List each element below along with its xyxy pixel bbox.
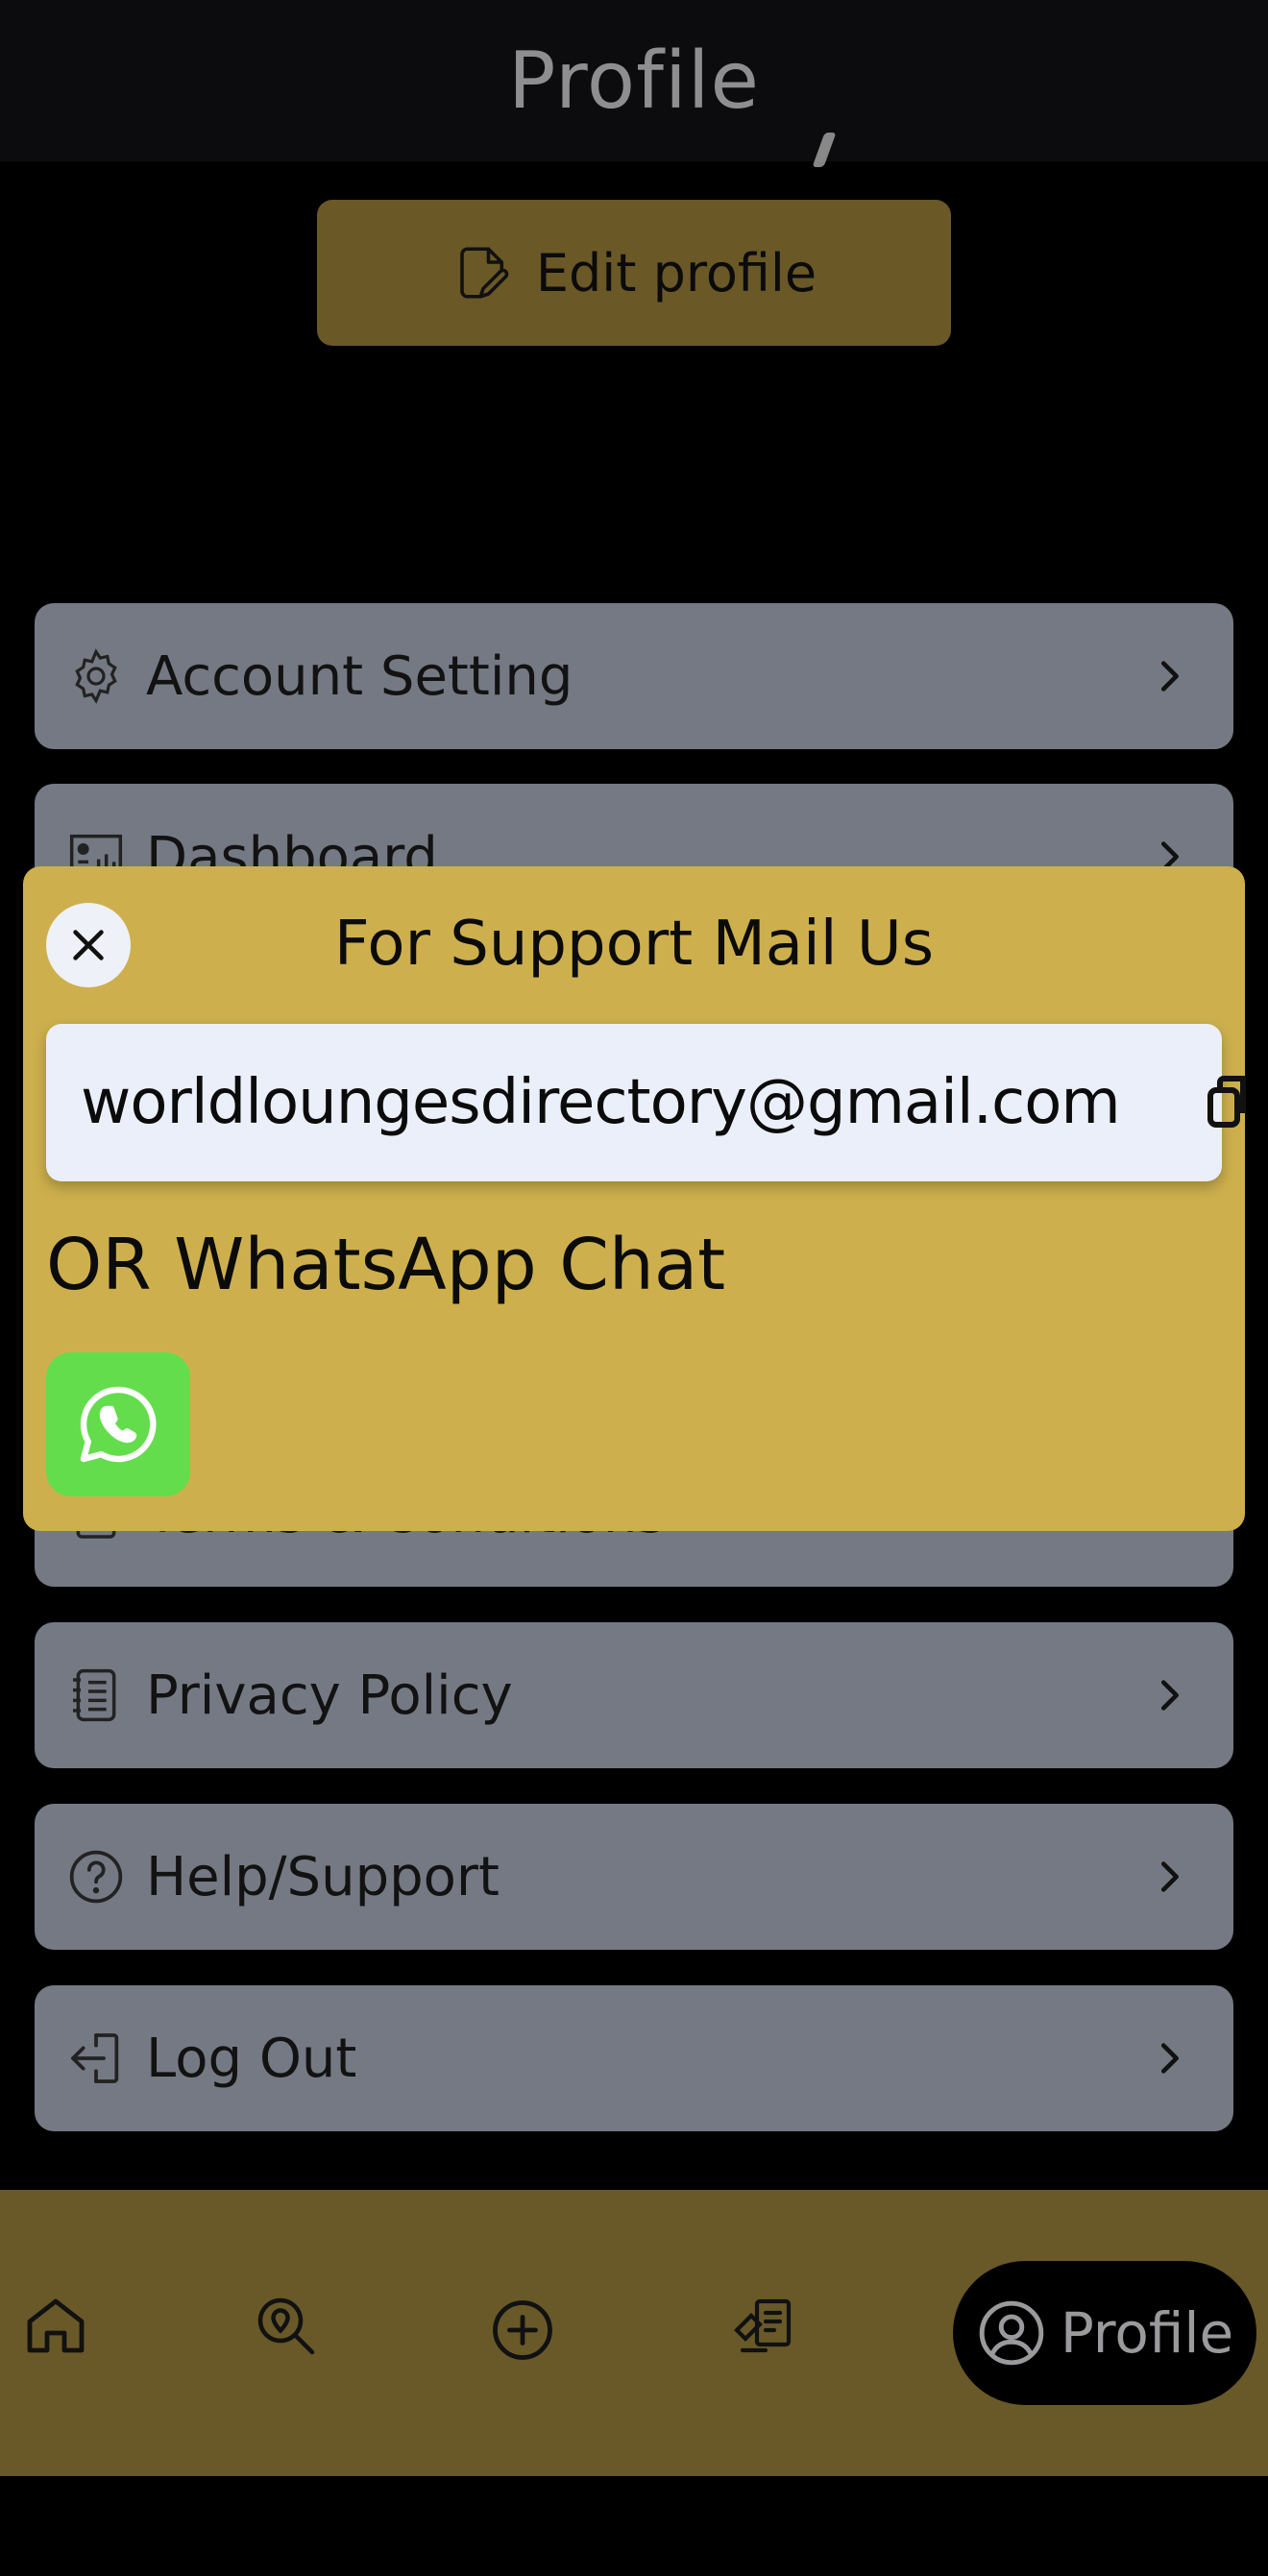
- menu-item-label: Help/Support: [146, 1845, 500, 1908]
- menu-item-label: Account Setting: [146, 644, 573, 708]
- logout-icon: [71, 2033, 119, 2083]
- menu-item-label: Privacy Policy: [146, 1664, 513, 1727]
- home-icon[interactable]: [21, 2290, 90, 2359]
- edit-profile-label: Edit profile: [535, 242, 817, 304]
- menu-item-account-setting[interactable]: Account Setting: [35, 603, 1233, 749]
- copy-icon[interactable]: [1207, 1074, 1249, 1130]
- top-app-bar: Profile: [0, 0, 1268, 161]
- menu-item-help-support[interactable]: Help/Support: [35, 1804, 1233, 1950]
- page-title: Profile: [508, 35, 760, 127]
- search-location-icon[interactable]: [252, 2292, 321, 2361]
- bottom-navigation: Profile: [0, 2190, 1268, 2476]
- question-circle-icon: [69, 1850, 123, 1904]
- whatsapp-chat-button[interactable]: [46, 1352, 190, 1496]
- menu-item-privacy-policy[interactable]: Privacy Policy: [35, 1622, 1233, 1768]
- support-popup: For Support Mail Us worldloungesdirector…: [23, 866, 1246, 1531]
- chevron-right-icon: [1160, 1861, 1179, 1892]
- support-email-field[interactable]: worldloungesdirectory@gmail.com: [46, 1024, 1222, 1181]
- support-popup-title: For Support Mail Us: [333, 909, 935, 980]
- notebook-icon: [73, 1668, 116, 1722]
- chevron-right-icon: [1160, 1680, 1179, 1711]
- menu-item-label: Log Out: [146, 2027, 357, 2090]
- nav-profile-label: Profile: [1060, 2300, 1234, 2366]
- whatsapp-chat-label: OR WhatsApp Chat: [46, 1224, 726, 1306]
- gear-icon: [75, 648, 117, 704]
- edit-profile-button[interactable]: Edit profile: [317, 200, 951, 346]
- add-circle-icon[interactable]: [488, 2296, 557, 2365]
- chevron-right-icon: [1160, 2043, 1179, 2074]
- whatsapp-icon: [80, 1386, 157, 1463]
- nav-profile-tab[interactable]: Profile: [953, 2261, 1256, 2405]
- chevron-right-icon: [1160, 661, 1179, 692]
- user-circle-icon: [979, 2300, 1044, 2366]
- listings-icon[interactable]: [728, 2290, 797, 2359]
- edit-note-icon: [460, 247, 509, 299]
- menu-item-log-out[interactable]: Log Out: [35, 1985, 1233, 2131]
- support-email-text[interactable]: worldloungesdirectory@gmail.com: [81, 1067, 1121, 1138]
